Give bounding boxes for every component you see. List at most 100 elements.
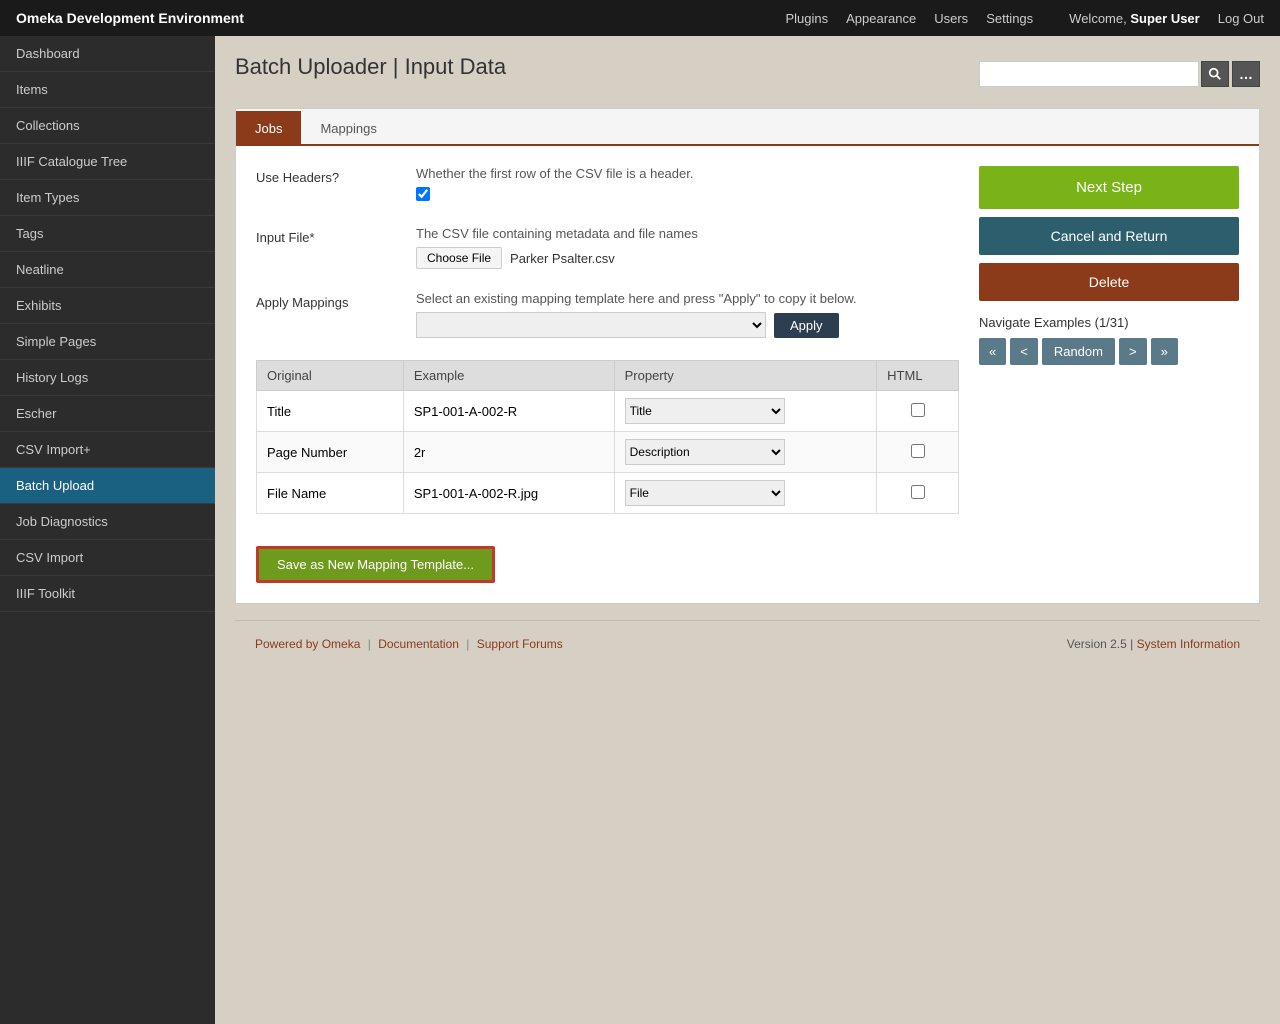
brand-name: Omeka Development Environment bbox=[16, 10, 244, 26]
footer-documentation[interactable]: Documentation bbox=[378, 637, 459, 651]
sidebar-item-csv-import-plus[interactable]: CSV Import+ bbox=[0, 432, 215, 468]
nav-random-button[interactable]: Random bbox=[1042, 338, 1115, 365]
input-file-row: Input File* The CSV file containing meta… bbox=[256, 226, 959, 269]
search-button[interactable] bbox=[1201, 61, 1229, 87]
sidebar-item-item-types[interactable]: Item Types bbox=[0, 180, 215, 216]
navigate-label: Navigate Examples (1/31) bbox=[979, 315, 1239, 330]
cell-original-1: Page Number bbox=[257, 432, 404, 473]
use-headers-label: Use Headers? bbox=[256, 166, 416, 185]
table-row: File Name SP1-001-A-002-R.jpg Title Desc… bbox=[257, 473, 959, 514]
input-file-control: The CSV file containing metadata and fil… bbox=[416, 226, 959, 269]
use-headers-checkbox[interactable] bbox=[416, 187, 430, 201]
search-bar: … bbox=[979, 61, 1260, 87]
html-checkbox-2[interactable] bbox=[911, 485, 925, 499]
apply-mappings-row: Apply Mappings Select an existing mappin… bbox=[256, 291, 959, 338]
sidebar-item-iiif-toolkit[interactable]: IIIF Toolkit bbox=[0, 576, 215, 612]
right-panel: Next Step Cancel and Return Delete Navig… bbox=[979, 166, 1239, 583]
cell-html-2 bbox=[877, 473, 959, 514]
welcome-text: Welcome, Super User bbox=[1069, 11, 1200, 26]
cell-property-0: Title Description File Creator Subject D… bbox=[614, 391, 877, 432]
footer: Powered by Omeka | Documentation | Suppo… bbox=[235, 620, 1260, 667]
footer-left: Powered by Omeka | Documentation | Suppo… bbox=[255, 637, 563, 651]
property-select-0[interactable]: Title Description File Creator Subject D… bbox=[625, 398, 785, 424]
html-checkbox-1[interactable] bbox=[911, 444, 925, 458]
cell-example-1: 2r bbox=[403, 432, 614, 473]
tab-mappings[interactable]: Mappings bbox=[301, 111, 395, 146]
mapping-row: Apply bbox=[416, 312, 959, 338]
cell-property-1: Title Description File Creator Subject D… bbox=[614, 432, 877, 473]
cell-original-2: File Name bbox=[257, 473, 404, 514]
content-inner: Use Headers? Whether the first row of th… bbox=[236, 146, 1259, 603]
cell-property-2: Title Description File Creator Subject D… bbox=[614, 473, 877, 514]
table-header-original: Original bbox=[257, 361, 404, 391]
sidebar-item-items[interactable]: Items bbox=[0, 72, 215, 108]
table-header-property: Property bbox=[614, 361, 877, 391]
use-headers-row: Use Headers? Whether the first row of th… bbox=[256, 166, 959, 204]
footer-system-info[interactable]: System Information bbox=[1137, 637, 1240, 651]
sidebar-item-collections[interactable]: Collections bbox=[0, 108, 215, 144]
sidebar-item-csv-import[interactable]: CSV Import bbox=[0, 540, 215, 576]
cell-example-2: SP1-001-A-002-R.jpg bbox=[403, 473, 614, 514]
cancel-button[interactable]: Cancel and Return bbox=[979, 217, 1239, 255]
table-header-html: HTML bbox=[877, 361, 959, 391]
footer-right: Version 2.5 | System Information bbox=[1067, 637, 1240, 651]
footer-support[interactable]: Support Forums bbox=[477, 637, 563, 651]
tab-jobs[interactable]: Jobs bbox=[236, 111, 301, 146]
table-row: Title SP1-001-A-002-R Title Description … bbox=[257, 391, 959, 432]
cell-original-0: Title bbox=[257, 391, 404, 432]
table-header-example: Example bbox=[403, 361, 614, 391]
property-select-2[interactable]: Title Description File Creator Subject D… bbox=[625, 480, 785, 506]
nav-buttons: « < Random > » bbox=[979, 338, 1239, 365]
html-checkbox-0[interactable] bbox=[911, 403, 925, 417]
nav-next-button[interactable]: > bbox=[1119, 338, 1147, 365]
page-title: Batch Uploader | Input Data bbox=[235, 54, 979, 80]
nav-settings[interactable]: Settings bbox=[986, 11, 1033, 26]
nav-links: Plugins Appearance Users Settings Welcom… bbox=[785, 11, 1264, 26]
layout: Dashboard Items Collections IIIF Catalog… bbox=[0, 36, 1280, 1024]
cell-example-0: SP1-001-A-002-R bbox=[403, 391, 614, 432]
save-template-button[interactable]: Save as New Mapping Template... bbox=[256, 546, 495, 583]
tab-bar: Jobs Mappings bbox=[236, 109, 1259, 146]
use-headers-control: Whether the first row of the CSV file is… bbox=[416, 166, 959, 204]
choose-file-button[interactable]: Choose File bbox=[416, 247, 502, 269]
use-headers-help: Whether the first row of the CSV file is… bbox=[416, 166, 959, 181]
sidebar-item-iiif-catalogue-tree[interactable]: IIIF Catalogue Tree bbox=[0, 144, 215, 180]
mapping-select[interactable] bbox=[416, 312, 766, 338]
search-icon bbox=[1208, 67, 1222, 81]
cell-html-1 bbox=[877, 432, 959, 473]
apply-mappings-help: Select an existing mapping template here… bbox=[416, 291, 959, 306]
sidebar-item-tags[interactable]: Tags bbox=[0, 216, 215, 252]
next-step-button[interactable]: Next Step bbox=[979, 166, 1239, 209]
nav-prev-button[interactable]: < bbox=[1010, 338, 1038, 365]
input-file-help: The CSV file containing metadata and fil… bbox=[416, 226, 959, 241]
search-more-button[interactable]: … bbox=[1232, 61, 1260, 87]
apply-button[interactable]: Apply bbox=[774, 313, 839, 338]
logout-link[interactable]: Log Out bbox=[1218, 11, 1264, 26]
nav-last-button[interactable]: » bbox=[1151, 338, 1178, 365]
input-file-label: Input File* bbox=[256, 226, 416, 245]
sidebar-item-escher[interactable]: Escher bbox=[0, 396, 215, 432]
mapping-table: Original Example Property HTML Title SP1… bbox=[256, 360, 959, 514]
sidebar-item-history-logs[interactable]: History Logs bbox=[0, 360, 215, 396]
sidebar: Dashboard Items Collections IIIF Catalog… bbox=[0, 36, 215, 1024]
search-input[interactable] bbox=[979, 61, 1199, 87]
nav-appearance[interactable]: Appearance bbox=[846, 11, 916, 26]
sidebar-item-batch-upload[interactable]: Batch Upload bbox=[0, 468, 215, 504]
sidebar-item-job-diagnostics[interactable]: Job Diagnostics bbox=[0, 504, 215, 540]
file-name-display: Parker Psalter.csv bbox=[510, 251, 615, 266]
sidebar-item-dashboard[interactable]: Dashboard bbox=[0, 36, 215, 72]
cell-html-0 bbox=[877, 391, 959, 432]
form-section: Use Headers? Whether the first row of th… bbox=[256, 166, 959, 583]
footer-powered-by[interactable]: Powered by Omeka bbox=[255, 637, 360, 651]
content-box: Jobs Mappings Use Headers? Whether the f… bbox=[235, 108, 1260, 604]
table-row: Page Number 2r Title Description File Cr… bbox=[257, 432, 959, 473]
property-select-1[interactable]: Title Description File Creator Subject D… bbox=[625, 439, 785, 465]
nav-first-button[interactable]: « bbox=[979, 338, 1006, 365]
delete-button[interactable]: Delete bbox=[979, 263, 1239, 301]
sidebar-item-neatline[interactable]: Neatline bbox=[0, 252, 215, 288]
nav-users[interactable]: Users bbox=[934, 11, 968, 26]
sidebar-item-simple-pages[interactable]: Simple Pages bbox=[0, 324, 215, 360]
main-content: Batch Uploader | Input Data … Jobs Mappi… bbox=[215, 36, 1280, 1024]
sidebar-item-exhibits[interactable]: Exhibits bbox=[0, 288, 215, 324]
nav-plugins[interactable]: Plugins bbox=[785, 11, 828, 26]
